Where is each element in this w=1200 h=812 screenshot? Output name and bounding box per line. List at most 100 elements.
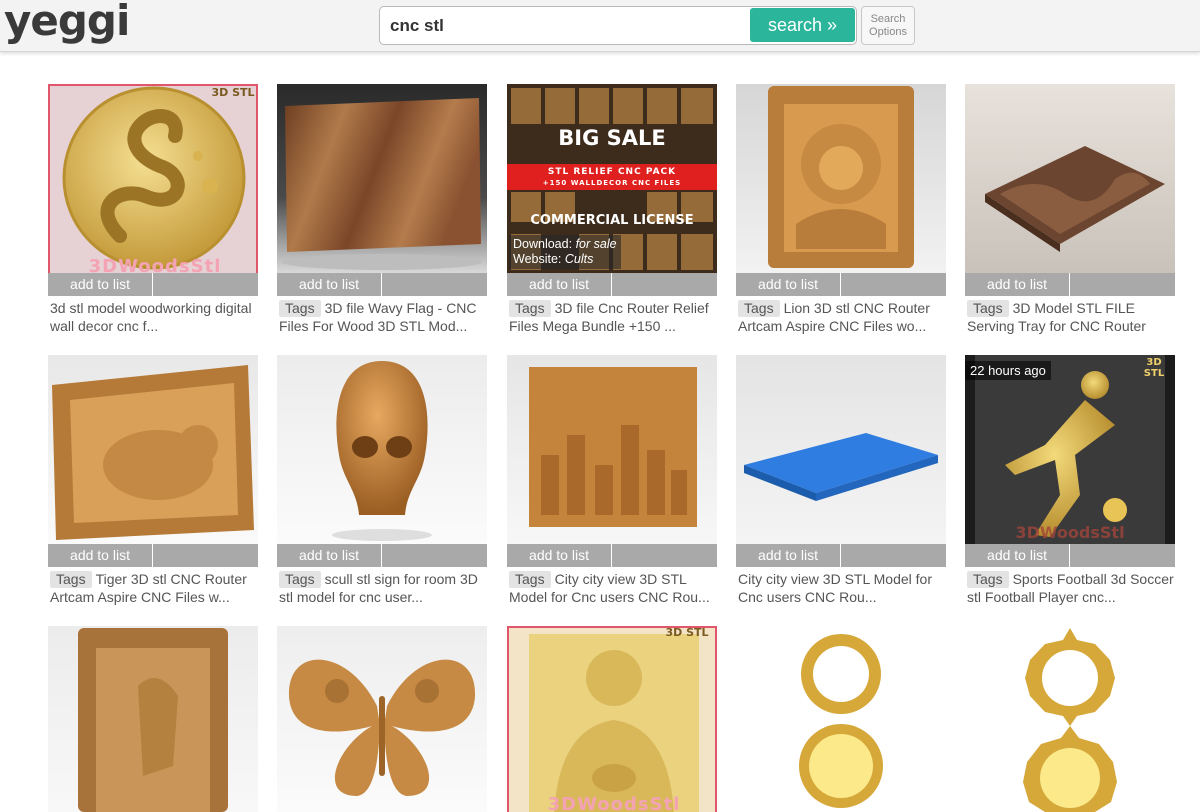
result-thumbnail[interactable]: 3D STL 3DWoodsStl <box>48 84 258 273</box>
tags-badge[interactable]: Tags <box>967 300 1009 317</box>
action-bar: add to list <box>48 544 258 567</box>
tags-badge[interactable]: Tags <box>738 300 780 317</box>
add-to-list-button[interactable]: add to list <box>48 544 153 567</box>
website-label: Website: <box>513 252 562 266</box>
result-thumbnail[interactable] <box>965 84 1175 273</box>
result-title[interactable]: Tags 3D Model STL FILE Serving Tray for C… <box>967 299 1175 335</box>
butterfly-image <box>288 659 476 796</box>
tags-badge[interactable]: Tags <box>509 571 551 588</box>
result-title[interactable]: Tags scull stl sign for room 3D stl model… <box>279 570 487 606</box>
result-thumbnail[interactable]: 3D STL 3DWoodsStl <box>507 626 717 812</box>
result-card[interactable]: add to list Tags 3D file Wavy Flag - CNC … <box>277 84 487 334</box>
top-header: yeggi search » Search Options <box>0 0 1200 52</box>
action-bar: add to list <box>965 273 1175 296</box>
result-thumbnail[interactable] <box>507 355 717 544</box>
result-thumbnail[interactable] <box>277 355 487 544</box>
add-to-list-button[interactable]: add to list <box>736 544 841 567</box>
tags-badge[interactable]: Tags <box>967 571 1009 588</box>
result-thumbnail[interactable]: BIG SALE STL RELIEF CNC PACK +150 WALLDE… <box>507 84 717 273</box>
search-options-label-2: Options <box>869 26 907 38</box>
stl-badge: 3D STL <box>1143 357 1165 379</box>
skull-image <box>332 361 432 541</box>
lion-relief-image <box>768 86 914 268</box>
promo-license-text: COMMERCIAL LICENSE <box>530 213 694 228</box>
result-card[interactable] <box>277 626 487 812</box>
promo-sub-text: +150 WALLDECOR CNC FILES <box>542 179 682 187</box>
result-title[interactable]: Tags 3D file Cnc Router Relief Files Mega… <box>509 299 717 335</box>
add-to-list-button[interactable]: add to list <box>277 544 382 567</box>
result-thumbnail[interactable] <box>736 84 946 273</box>
result-card[interactable]: 3D STL 3DWoodsStl <box>507 626 717 812</box>
tiger-relief-image <box>52 365 254 540</box>
gold-mirror-frames-image <box>799 634 883 808</box>
stl-badge: 3D STL <box>211 86 255 99</box>
result-card[interactable]: add to list Tags City city view 3D STL Mo… <box>507 355 717 605</box>
result-title-text: City city view 3D STL Model for Cnc user… <box>738 571 932 605</box>
result-card[interactable]: add to list Tags Lion 3D stl CNC Router A… <box>736 84 946 334</box>
result-title[interactable]: Tags Sports Football 3d Soccer stl Footba… <box>967 570 1175 606</box>
result-title[interactable]: Tags City city view 3D STL Model for Cnc … <box>509 570 717 606</box>
watermark-text: 3DWoodsStl <box>88 256 222 273</box>
framed-relief-image <box>78 628 228 812</box>
action-bar: add to list <box>277 544 487 567</box>
download-info: Download: for sale Website: Cults <box>509 235 621 269</box>
result-thumbnail[interactable] <box>736 355 946 544</box>
watermark-text: 3DWoodsStl <box>547 794 681 812</box>
add-to-list-button[interactable]: add to list <box>736 273 841 296</box>
search-button[interactable]: search » <box>750 8 855 42</box>
result-thumbnail[interactable] <box>736 626 946 812</box>
tags-badge[interactable]: Tags <box>279 571 321 588</box>
result-title[interactable]: 3d stl model woodworking digital wall de… <box>50 299 258 335</box>
result-title[interactable]: Tags Tiger 3D stl CNC Router Artcam Aspir… <box>50 570 258 606</box>
search-options-label-1: Search <box>870 13 906 25</box>
result-thumbnail[interactable] <box>277 626 487 812</box>
wavy-flag-image <box>282 98 482 270</box>
result-card[interactable]: 3D STL 3DWoodsStl add to list 3d stl mod… <box>48 84 258 334</box>
result-title[interactable]: Tags 3D file Wavy Flag - CNC Files For Wo… <box>279 299 487 335</box>
result-thumbnail[interactable]: 22 hours ago 3D STL 3DWoodsStl <box>965 355 1175 544</box>
cobra-relief-image <box>62 86 246 270</box>
add-to-list-button[interactable]: add to list <box>277 273 382 296</box>
add-to-list-button[interactable]: add to list <box>965 273 1070 296</box>
watermark-text: 3DWoodsStl <box>1015 523 1125 542</box>
add-to-list-button[interactable]: add to list <box>48 273 153 296</box>
result-thumbnail[interactable] <box>48 355 258 544</box>
football-player-image <box>975 355 1165 544</box>
add-to-list-button[interactable]: add to list <box>965 544 1070 567</box>
action-bar: add to list <box>277 273 487 296</box>
download-label: Download: <box>513 237 573 251</box>
result-thumbnail[interactable] <box>965 626 1175 812</box>
tags-badge[interactable]: Tags <box>279 300 321 317</box>
city-relief-image <box>529 367 697 527</box>
action-bar: add to list <box>736 544 946 567</box>
result-thumbnail[interactable] <box>48 626 258 812</box>
result-card[interactable] <box>48 626 258 812</box>
tags-badge[interactable]: Tags <box>509 300 551 317</box>
football-player-relief-image <box>529 634 699 812</box>
add-to-list-button[interactable]: add to list <box>507 273 612 296</box>
result-card[interactable] <box>965 626 1175 812</box>
action-bar: add to list <box>507 544 717 567</box>
city-3d-model-image <box>744 433 938 501</box>
result-title[interactable]: Tags Lion 3D stl CNC Router Artcam Aspire… <box>738 299 946 335</box>
result-card[interactable]: add to list City city view 3D STL Model … <box>736 355 946 605</box>
site-logo[interactable]: yeggi <box>4 0 130 45</box>
result-title[interactable]: City city view 3D STL Model for Cnc user… <box>738 570 946 606</box>
result-card[interactable]: add to list Tags scull stl sign for room … <box>277 355 487 605</box>
website-value[interactable]: Cults <box>565 252 593 266</box>
gold-ornament-frames-image <box>1023 628 1117 812</box>
search-options-button[interactable]: Search Options <box>861 6 915 45</box>
result-card[interactable]: BIG SALE STL RELIEF CNC PACK +150 WALLDE… <box>507 84 717 334</box>
result-thumbnail[interactable] <box>277 84 487 273</box>
action-bar: add to list <box>48 273 258 296</box>
promo-title: BIG SALE <box>558 126 666 150</box>
add-to-list-button[interactable]: add to list <box>507 544 612 567</box>
result-card[interactable]: add to list Tags Tiger 3D stl CNC Router … <box>48 355 258 605</box>
action-bar: add to list <box>507 273 717 296</box>
result-card[interactable]: add to list Tags 3D Model STL FILE Servin… <box>965 84 1175 334</box>
result-card[interactable] <box>736 626 946 812</box>
stl-badge: 3D STL <box>665 626 709 639</box>
result-card[interactable]: 22 hours ago 3D STL 3DWoodsStl add to li… <box>965 355 1175 605</box>
tags-badge[interactable]: Tags <box>50 571 92 588</box>
download-value: for sale <box>575 237 617 251</box>
